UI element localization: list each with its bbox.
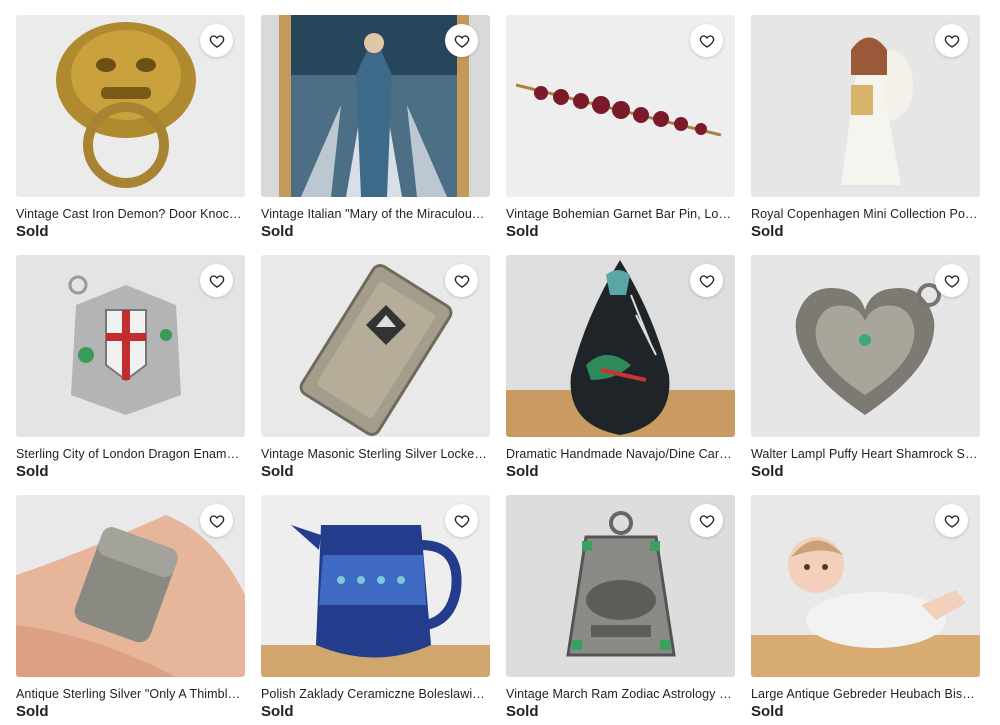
listing-title[interactable]: Vintage Italian "Mary of the Miraculous …	[261, 207, 490, 221]
listing-image[interactable]	[506, 255, 735, 437]
heart-outline-icon	[699, 274, 714, 288]
favorite-button[interactable]	[445, 264, 478, 297]
listing-status: Sold	[751, 223, 784, 240]
favorite-button[interactable]	[690, 24, 723, 57]
listing-grid: Vintage Cast Iron Demon? Door Knocker So…	[16, 15, 980, 720]
listing-image[interactable]	[751, 255, 980, 437]
listing-card[interactable]: Large Antique Gebreder Heubach Bisque Ba…	[751, 495, 980, 720]
listing-title[interactable]: Dramatic Handmade Navajo/Dine Carved Vas…	[506, 447, 735, 461]
favorite-button[interactable]	[445, 504, 478, 537]
listing-status: Sold	[506, 703, 539, 720]
listing-image[interactable]	[261, 495, 490, 677]
favorite-button[interactable]	[935, 24, 968, 57]
listing-image[interactable]	[16, 255, 245, 437]
heart-outline-icon	[209, 514, 224, 528]
favorite-button[interactable]	[200, 24, 233, 57]
listing-status: Sold	[751, 463, 784, 480]
heart-outline-icon	[944, 34, 959, 48]
listing-card[interactable]: Polish Zaklady Ceramiczne Boleslawiec Pi…	[261, 495, 490, 720]
heart-outline-icon	[699, 514, 714, 528]
heart-outline-icon	[209, 274, 224, 288]
listing-image[interactable]	[506, 15, 735, 197]
listing-card[interactable]: Royal Copenhagen Mini Collection Porcela…	[751, 15, 980, 240]
favorite-button[interactable]	[935, 264, 968, 297]
listing-card[interactable]: Vintage Cast Iron Demon? Door Knocker So…	[16, 15, 245, 240]
heart-outline-icon	[944, 514, 959, 528]
listing-status: Sold	[506, 223, 539, 240]
listing-image[interactable]	[751, 15, 980, 197]
listing-card[interactable]: Dramatic Handmade Navajo/Dine Carved Vas…	[506, 255, 735, 480]
listing-image[interactable]	[16, 15, 245, 197]
listing-image[interactable]	[751, 495, 980, 677]
listing-status: Sold	[16, 463, 49, 480]
listing-card[interactable]: Antique Sterling Silver "Only A Thimblef…	[16, 495, 245, 720]
listing-card[interactable]: Vintage Italian "Mary of the Miraculous …	[261, 15, 490, 240]
listing-status: Sold	[261, 463, 294, 480]
listing-status: Sold	[261, 703, 294, 720]
heart-outline-icon	[699, 34, 714, 48]
listing-card[interactable]: Sterling City of London Dragon Enamel Ch…	[16, 255, 245, 480]
listing-card[interactable]: Walter Lampl Puffy Heart Shamrock Sterli…	[751, 255, 980, 480]
listing-status: Sold	[261, 223, 294, 240]
listing-title[interactable]: Royal Copenhagen Mini Collection Porcela…	[751, 207, 980, 221]
listing-card[interactable]: Vintage Masonic Sterling Silver Locket P…	[261, 255, 490, 480]
heart-outline-icon	[454, 34, 469, 48]
listing-image[interactable]	[261, 15, 490, 197]
favorite-button[interactable]	[690, 504, 723, 537]
listing-status: Sold	[506, 463, 539, 480]
listing-title[interactable]: Sterling City of London Dragon Enamel Ch…	[16, 447, 245, 461]
listing-title[interactable]: Vintage Bohemian Garnet Bar Pin, Lovely	[506, 207, 735, 221]
listing-status: Sold	[751, 703, 784, 720]
heart-outline-icon	[454, 274, 469, 288]
listing-image[interactable]	[16, 495, 245, 677]
favorite-button[interactable]	[200, 264, 233, 297]
listing-card[interactable]: Vintage March Ram Zodiac Astrology Charm…	[506, 495, 735, 720]
heart-outline-icon	[209, 34, 224, 48]
heart-outline-icon	[944, 274, 959, 288]
listing-title[interactable]: Vintage March Ram Zodiac Astrology Charm	[506, 687, 735, 701]
favorite-button[interactable]	[690, 264, 723, 297]
listing-title[interactable]: Vintage Cast Iron Demon? Door Knocker	[16, 207, 245, 221]
listing-title[interactable]: Walter Lampl Puffy Heart Shamrock Sterli…	[751, 447, 980, 461]
listing-status: Sold	[16, 703, 49, 720]
listing-image[interactable]	[261, 255, 490, 437]
heart-outline-icon	[454, 514, 469, 528]
favorite-button[interactable]	[935, 504, 968, 537]
listing-card[interactable]: Vintage Bohemian Garnet Bar Pin, Lovely …	[506, 15, 735, 240]
listing-status: Sold	[16, 223, 49, 240]
listing-image[interactable]	[506, 495, 735, 677]
listing-title[interactable]: Large Antique Gebreder Heubach Bisque Ba…	[751, 687, 980, 701]
favorite-button[interactable]	[200, 504, 233, 537]
listing-title[interactable]: Polish Zaklady Ceramiczne Boleslawiec Pi…	[261, 687, 490, 701]
listing-title[interactable]: Vintage Masonic Sterling Silver Locket P…	[261, 447, 490, 461]
favorite-button[interactable]	[445, 24, 478, 57]
listing-title[interactable]: Antique Sterling Silver "Only A Thimblef…	[16, 687, 245, 701]
